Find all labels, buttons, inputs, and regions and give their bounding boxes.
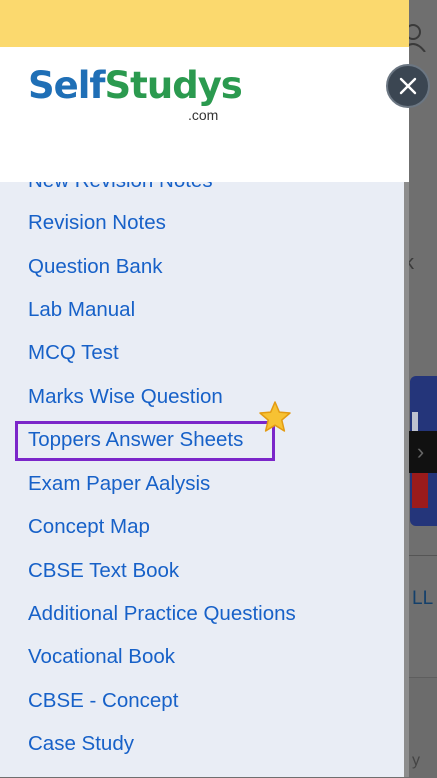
background-bottom-text: y xyxy=(412,752,420,769)
menu-item-additional-practice-questions[interactable]: Additional Practice Questions xyxy=(28,603,296,625)
menu-item-revision-notes[interactable]: Revision Notes xyxy=(28,212,166,234)
menu-item-cbse-text-book[interactable]: CBSE Text Book xyxy=(28,560,179,582)
menu-item-case-study[interactable]: Case Study xyxy=(28,733,134,755)
star-icon xyxy=(259,401,291,432)
close-icon xyxy=(399,77,417,95)
navigation-drawer: New Revision Notes Revision Notes Questi… xyxy=(0,0,409,777)
menu-item-concept-map[interactable]: Concept Map xyxy=(28,516,150,538)
menu-item-vocational-book[interactable]: Vocational Book xyxy=(28,646,175,668)
drawer-logo-area: SelfStudys .com xyxy=(0,47,409,182)
drawer-top-bar xyxy=(0,0,409,47)
menu-item-marks-wise-question[interactable]: Marks Wise Question xyxy=(28,386,223,408)
background-divider xyxy=(409,555,437,556)
background-view-all-link[interactable]: LL xyxy=(412,588,433,610)
selfstudys-logo[interactable]: SelfStudys xyxy=(28,64,243,107)
menu-item-cbse-concept[interactable]: CBSE - Concept xyxy=(28,690,178,712)
drawer-scrollbar[interactable] xyxy=(404,182,409,777)
chevron-right-icon: › xyxy=(416,439,425,464)
logo-text-studys: Studys xyxy=(104,64,243,107)
menu-item-question-bank[interactable]: Question Bank xyxy=(28,256,162,278)
menu-item-mcq-test[interactable]: MCQ Test xyxy=(28,342,119,364)
close-drawer-button[interactable] xyxy=(386,64,430,108)
menu-item-exam-paper-analysis[interactable]: Exam Paper Aalysis xyxy=(28,473,210,495)
menu-item-lab-manual[interactable]: Lab Manual xyxy=(28,299,135,321)
logo-domain: .com xyxy=(188,107,219,123)
menu-item-toppers-answer-sheets[interactable]: Toppers Answer Sheets xyxy=(28,429,243,451)
logo-text-self: Self xyxy=(28,64,106,107)
